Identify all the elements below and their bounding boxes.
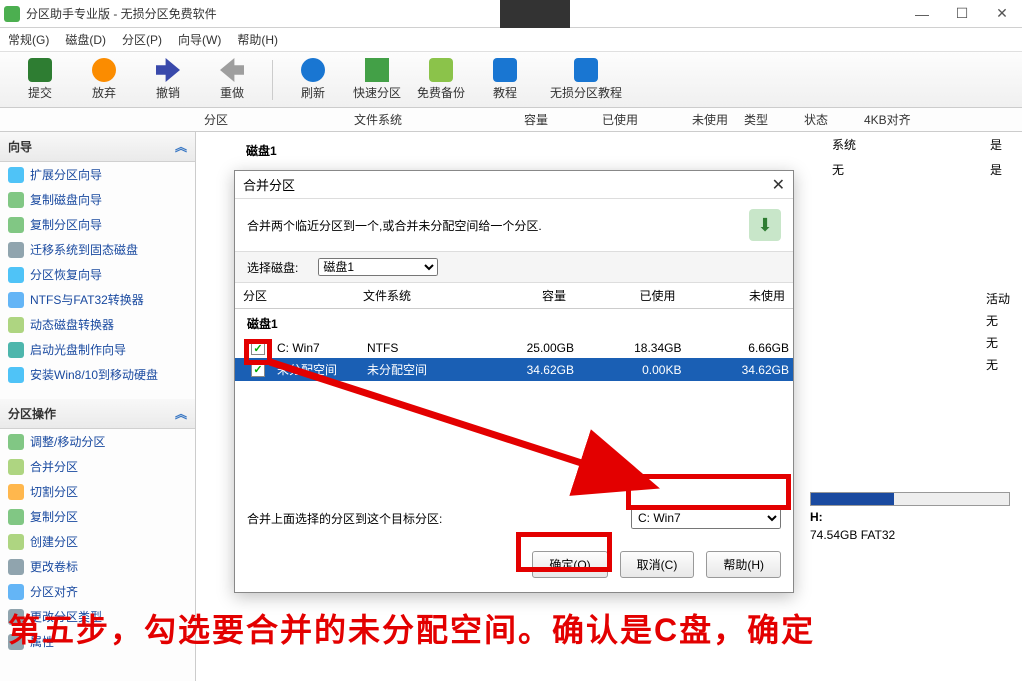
sidebar: 向导 ︽ 扩展分区向导 复制磁盘向导 复制分区向导 迁移系统到固态磁盘 分区恢复…	[0, 132, 196, 681]
dialog-row-unallocated[interactable]: 未分配空间 未分配空间 34.62GB 0.00KB 34.62GB	[235, 358, 793, 381]
menu-help[interactable]: 帮助(H)	[237, 31, 278, 48]
disk-h-box[interactable]: H: 74.54GB FAT32	[810, 492, 1010, 542]
disk1-heading: 磁盘1	[246, 142, 277, 159]
minimize-button[interactable]: —	[902, 0, 942, 28]
select-disk-dropdown[interactable]: 磁盘1	[318, 258, 438, 276]
dialog-row-c-win7[interactable]: C: Win7 NTFS 25.00GB 18.34GB 6.66GB	[235, 338, 793, 358]
select-disk-label: 选择磁盘:	[247, 259, 298, 276]
menu-disk[interactable]: 磁盘(D)	[65, 31, 106, 48]
sidebar-item-copy-disk[interactable]: 复制磁盘向导	[0, 187, 195, 212]
sidebar-op-create[interactable]: 创建分区	[0, 529, 195, 554]
titlebar: 分区助手专业版 - 无损分区免费软件 — ☐ ✕	[0, 0, 1022, 28]
sidebar-item-boot-cd[interactable]: 启动光盘制作向导	[0, 337, 195, 362]
dialog-disk-group: 磁盘1	[235, 309, 793, 338]
window-controls: — ☐ ✕	[902, 0, 1022, 28]
sidebar-item-ntfs-fat32[interactable]: NTFS与FAT32转换器	[0, 287, 195, 312]
download-icon: ⬇	[749, 209, 781, 241]
help-button[interactable]: 帮助(H)	[706, 551, 781, 578]
toolbar-redo[interactable]: 重做	[204, 58, 260, 101]
app-icon	[4, 6, 20, 22]
sidebar-item-recovery[interactable]: 分区恢复向导	[0, 262, 195, 287]
toolbar: 提交 放弃 撤销 重做 刷新 快速分区 免费备份 教程 无损分区教程	[0, 52, 1022, 108]
window-title: 分区助手专业版 - 无损分区免费软件	[26, 5, 902, 22]
sidebar-op-split[interactable]: 切割分区	[0, 479, 195, 504]
dialog-close-icon[interactable]: ✕	[772, 175, 785, 195]
menu-wizard[interactable]: 向导(W)	[178, 31, 221, 48]
cancel-button[interactable]: 取消(C)	[620, 551, 695, 578]
toolbar-refresh[interactable]: 刷新	[285, 58, 341, 101]
sidebar-item-extend[interactable]: 扩展分区向导	[0, 162, 195, 187]
annotation-text: 第五步，勾选要合并的未分配空间。确认是C盘，确定	[8, 605, 815, 651]
sidebar-op-resize[interactable]: 调整/移动分区	[0, 429, 195, 454]
col-unused[interactable]: 未使用	[646, 111, 736, 128]
toolbar-lossless-tutorial[interactable]: 无损分区教程	[541, 58, 631, 101]
menu-general[interactable]: 常规(G)	[8, 31, 49, 48]
toolbar-separator	[272, 60, 273, 100]
dark-tab	[500, 0, 570, 28]
toolbar-quick-partition[interactable]: 快速分区	[349, 58, 405, 101]
dialog-description: 合并两个临近分区到一个,或合并未分配空间给一个分区.	[247, 217, 542, 234]
annotation-checkbox-box	[244, 339, 272, 365]
col-status[interactable]: 状态	[796, 111, 856, 128]
menubar: 常规(G) 磁盘(D) 分区(P) 向导(W) 帮助(H)	[0, 28, 1022, 52]
maximize-button[interactable]: ☐	[942, 0, 982, 28]
sidebar-op-align[interactable]: 分区对齐	[0, 579, 195, 604]
dialog-grid-header: 分区 文件系统 容量 已使用 未使用	[235, 283, 793, 309]
sidebar-item-copy-partition[interactable]: 复制分区向导	[0, 212, 195, 237]
close-button[interactable]: ✕	[982, 0, 1022, 28]
ops-panel-header[interactable]: 分区操作 ︽	[0, 399, 195, 429]
sidebar-op-merge[interactable]: 合并分区	[0, 454, 195, 479]
annotation-ok-box	[516, 532, 612, 572]
toolbar-tutorial[interactable]: 教程	[477, 58, 533, 101]
sidebar-op-copy[interactable]: 复制分区	[0, 504, 195, 529]
col-type[interactable]: 类型	[736, 111, 796, 128]
sidebar-op-label[interactable]: 更改卷标	[0, 554, 195, 579]
merge-dialog: 合并分区 ✕ 合并两个临近分区到一个,或合并未分配空间给一个分区. ⬇ 选择磁盘…	[234, 170, 794, 593]
partition-columns-header: 分区 文件系统 容量 已使用 未使用 类型 状态 4KB对齐	[0, 108, 1022, 132]
sidebar-item-dynamic-convert[interactable]: 动态磁盘转换器	[0, 312, 195, 337]
target-dropdown[interactable]: C: Win7	[631, 507, 781, 529]
collapse-icon[interactable]: ︽	[175, 138, 187, 155]
target-label: 合并上面选择的分区到这个目标分区:	[247, 510, 442, 527]
annotation-target-box	[626, 474, 791, 510]
wizard-panel-header[interactable]: 向导 ︽	[0, 132, 195, 162]
col-partition[interactable]: 分区	[196, 111, 346, 128]
dialog-title: 合并分区	[243, 175, 295, 194]
toolbar-undo[interactable]: 撤销	[140, 58, 196, 101]
col-filesystem[interactable]: 文件系统	[346, 111, 466, 128]
menu-partition[interactable]: 分区(P)	[122, 31, 162, 48]
toolbar-apply[interactable]: 提交	[12, 58, 68, 101]
col-used[interactable]: 已使用	[556, 111, 646, 128]
partition-table-fragment: 系统是 无是	[812, 132, 1022, 182]
toolbar-discard[interactable]: 放弃	[76, 58, 132, 101]
sidebar-item-migrate-ssd[interactable]: 迁移系统到固态磁盘	[0, 237, 195, 262]
col-4kb[interactable]: 4KB对齐	[856, 111, 926, 128]
collapse-icon[interactable]: ︽	[175, 405, 187, 422]
sidebar-item-install-win[interactable]: 安装Win8/10到移动硬盘	[0, 362, 195, 387]
col-capacity[interactable]: 容量	[466, 111, 556, 128]
right-info: 活动 无 无 无	[986, 288, 1010, 376]
dialog-titlebar: 合并分区 ✕	[235, 171, 793, 199]
toolbar-backup[interactable]: 免费备份	[413, 58, 469, 101]
